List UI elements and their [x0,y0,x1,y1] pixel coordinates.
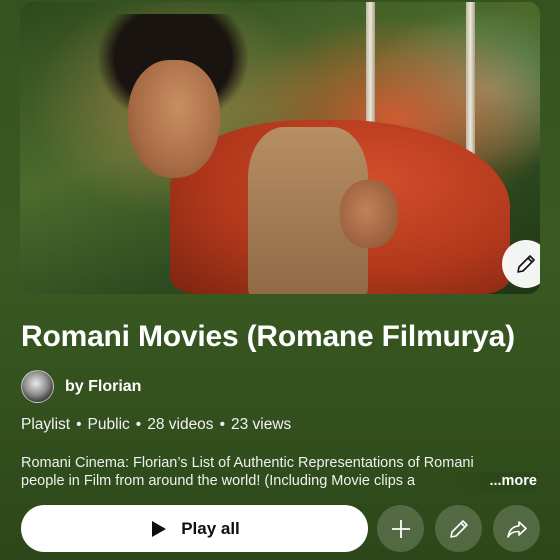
meta-visibility: Public [87,416,130,433]
description-fade [449,472,489,490]
play-all-label: Play all [181,518,240,538]
playlist-meta: Playlist • Public • 28 videos • 23 views [21,416,291,434]
meta-type: Playlist [21,416,71,433]
play-icon [152,520,167,537]
separator: • [135,416,142,433]
thumbnail-art [128,60,220,178]
playlist-thumbnail[interactable] [20,2,540,294]
description-line-text: people in Film from around the world! (I… [21,473,416,489]
meta-view-count: 23 views [231,416,292,433]
pencil-icon [449,519,468,538]
description-line: Romani Cinema: Florian’s List of Authent… [21,455,474,471]
description-line: people in Film from around the world! (I… [21,472,541,490]
share-button[interactable] [493,505,540,552]
meta-video-count: 28 videos [147,416,214,433]
share-icon [506,520,527,538]
thumbnail-art [340,180,398,248]
more-link[interactable]: ...more [485,472,537,490]
pencil-icon [517,255,535,273]
playlist-description[interactable]: Romani Cinema: Florian’s List of Authent… [21,454,541,490]
add-button[interactable] [377,505,424,552]
playlist-owner[interactable]: by Florian [21,370,141,403]
playlist-screen: Romani Movies (Romane Filmurya) by Flori… [0,0,560,560]
owner-name[interactable]: by Florian [65,378,141,396]
playlist-title: Romani Movies (Romane Filmurya) [21,320,515,353]
separator: • [219,416,225,433]
avatar[interactable] [21,370,54,403]
play-all-button[interactable]: Play all [21,505,368,552]
edit-button[interactable] [435,505,482,552]
plus-icon [391,519,410,538]
separator: • [76,416,82,433]
